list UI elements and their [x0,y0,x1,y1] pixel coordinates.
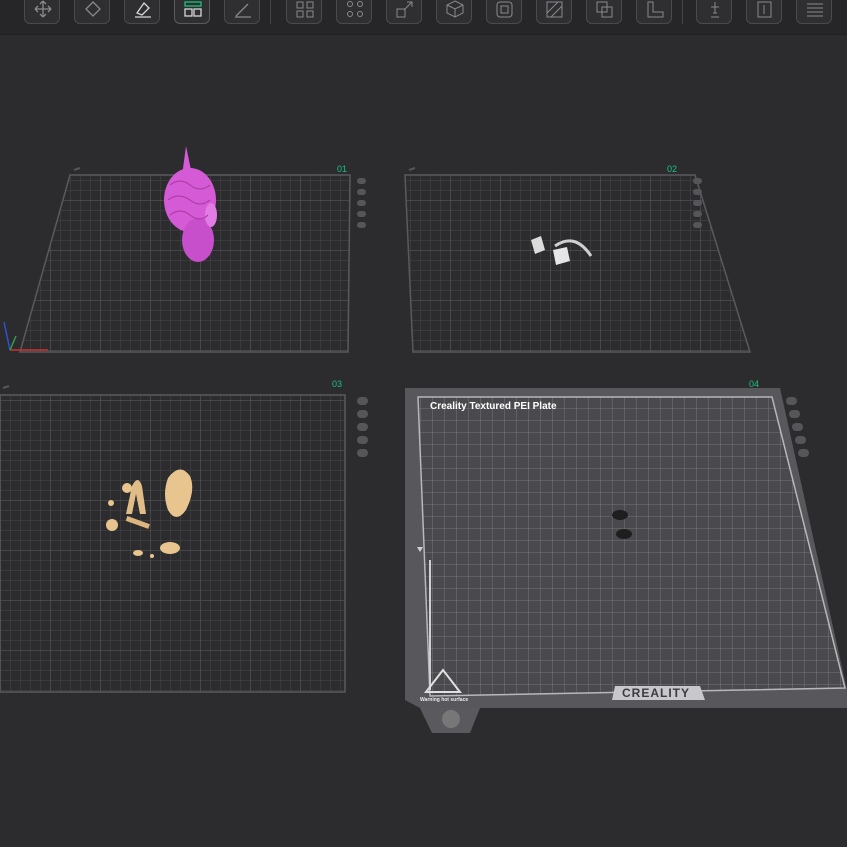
plate-action-icon[interactable] [693,222,702,228]
plate-action-icon[interactable] [357,436,368,444]
plate-action-icon[interactable] [693,211,702,217]
plate-02-actions[interactable] [693,178,705,233]
plate-action-icon[interactable] [786,397,797,405]
viewport[interactable]: 01 02 03 04 Creality Textured PEI Plate … [0,0,847,847]
plate-02-label: 02 [667,164,678,174]
plate-action-icon[interactable] [792,423,803,431]
plate-action-icon[interactable] [789,410,800,418]
plate-03-label: 03 [332,379,343,389]
plate-action-icon[interactable] [357,189,366,195]
plate-action-icon[interactable] [357,397,368,405]
plate-03-actions[interactable] [357,397,371,462]
plate-04-label: 04 [749,379,760,389]
plate-01-label: 01 [337,164,348,174]
plate-action-icon[interactable] [693,200,702,206]
plate-action-icon[interactable] [357,410,368,418]
creality-logo-icon [442,710,460,728]
build-plates-scene[interactable] [0,0,847,847]
plate-action-icon[interactable] [795,436,806,444]
bed-warning: Warning hot surface [420,697,469,703]
plate-action-icon[interactable] [357,211,366,217]
plate-action-icon[interactable] [693,189,702,195]
bed-brand: CREALITY [622,686,690,700]
plate-action-icon[interactable] [357,222,366,228]
plate-action-icon[interactable] [693,178,702,184]
bed-title: Creality Textured PEI Plate [430,401,557,412]
plate-action-icon[interactable] [357,200,366,206]
plate-04-bed[interactable] [405,388,847,733]
plate-action-icon[interactable] [357,449,368,457]
plate-03[interactable] [0,385,346,693]
plate-action-icon[interactable] [798,449,809,457]
plate-action-icon[interactable] [357,423,368,431]
plate-01-actions[interactable] [357,178,369,233]
plate-action-icon[interactable] [357,178,366,184]
plate-04-actions[interactable] [786,397,809,462]
